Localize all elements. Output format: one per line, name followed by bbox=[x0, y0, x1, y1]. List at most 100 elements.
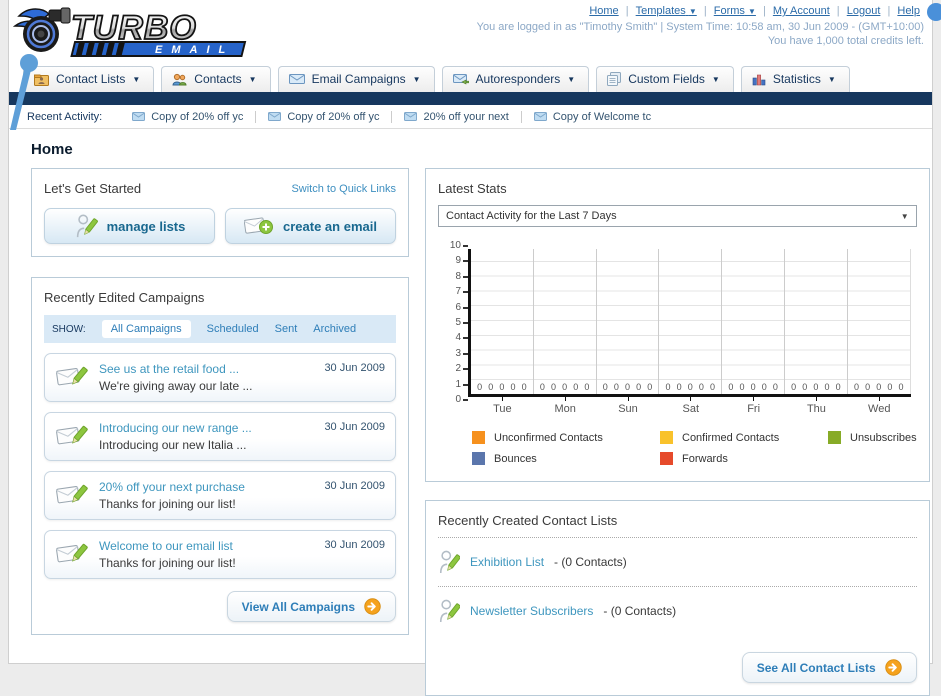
nav-link-forms[interactable]: Forms ▼ bbox=[714, 5, 756, 17]
data-value-label: 0 bbox=[824, 382, 830, 392]
data-value-label: 0 bbox=[613, 382, 619, 392]
tab-label: Custom Fields bbox=[628, 72, 705, 86]
legend-item: Forwards bbox=[660, 452, 828, 465]
x-axis-label: Mon bbox=[534, 397, 597, 415]
data-value-label: 0 bbox=[710, 382, 716, 392]
recent-activity-item[interactable]: Copy of Welcome tc bbox=[522, 111, 663, 123]
switch-quick-links-link[interactable]: Switch to Quick Links bbox=[291, 183, 396, 195]
data-value-label: 0 bbox=[602, 382, 608, 392]
nav-link-my-account[interactable]: My Account bbox=[773, 5, 830, 17]
email-campaigns-icon bbox=[288, 74, 305, 84]
campaign-date: 30 Jun 2009 bbox=[324, 480, 385, 492]
view-all-campaigns-button[interactable]: View All Campaigns bbox=[226, 591, 396, 622]
campaign-subtitle: We're giving away our late ... bbox=[99, 379, 253, 393]
stats-dropdown-value: Contact Activity for the Last 7 Days bbox=[446, 210, 617, 222]
chevron-down-icon: ▼ bbox=[688, 7, 697, 16]
stats-dropdown[interactable]: Contact Activity for the Last 7 Days ▼ bbox=[438, 205, 917, 227]
x-axis-label: Sun bbox=[597, 397, 660, 415]
chart-day-group: 00000 bbox=[471, 249, 534, 394]
data-value-label: 0 bbox=[676, 382, 682, 392]
data-value-label: 0 bbox=[728, 382, 734, 392]
legend-item: Unsubscribes bbox=[828, 431, 917, 444]
recent-activity-item[interactable]: Copy of 20% off yc bbox=[256, 110, 393, 123]
person-pencil-icon bbox=[439, 550, 460, 574]
envelope-pencil-icon bbox=[56, 543, 88, 563]
latest-stats-panel: Latest Stats Contact Activity for the La… bbox=[425, 168, 930, 482]
main-nav-tabs: Contact Lists ▼ Contacts ▼ Email Campaig… bbox=[9, 62, 932, 92]
recent-activity-text: Copy of 20% off yc bbox=[287, 110, 380, 123]
recent-activity-item[interactable]: 20% off your next bbox=[392, 110, 522, 123]
contact-list-link[interactable]: Newsletter Subscribers bbox=[470, 604, 593, 618]
balloon-pin-icon bbox=[10, 54, 38, 130]
nav-link-home[interactable]: Home bbox=[589, 5, 618, 17]
data-value-label: 0 bbox=[876, 382, 882, 392]
chevron-down-icon: ▼ bbox=[412, 74, 421, 84]
get-started-title: Let's Get Started bbox=[44, 181, 142, 196]
data-value-label: 0 bbox=[887, 382, 893, 392]
filter-all-campaigns[interactable]: All Campaigns bbox=[101, 320, 191, 338]
x-axis-label: Fri bbox=[722, 397, 785, 415]
envelope-icon bbox=[132, 112, 146, 121]
filter-sent[interactable]: Sent bbox=[275, 323, 298, 335]
recent-activity-bar: Recent Activity: Copy of 20% off yc Copy… bbox=[9, 105, 932, 129]
campaign-subtitle: Thanks for joining our list! bbox=[99, 556, 236, 570]
view-all-campaigns-label: View All Campaigns bbox=[241, 599, 355, 614]
data-value-label: 0 bbox=[835, 382, 841, 392]
campaign-title-link[interactable]: Introducing our new range ... bbox=[99, 421, 314, 435]
x-axis-label: Wed bbox=[848, 397, 911, 415]
tab-email-campaigns[interactable]: Email Campaigns ▼ bbox=[277, 66, 435, 92]
recent-activity-item[interactable]: Copy of 20% off yc bbox=[120, 110, 257, 123]
contact-list-count: - (0 Contacts) bbox=[603, 604, 677, 618]
data-value-label: 0 bbox=[761, 382, 767, 392]
legend-swatch bbox=[660, 452, 673, 465]
chart-plot: 00000000000000000000000000000000000 bbox=[468, 249, 911, 397]
contact-list-link[interactable]: Exhibition List bbox=[470, 555, 544, 569]
legend-item: Confirmed Contacts bbox=[660, 431, 828, 444]
campaign-title-link[interactable]: 20% off your next purchase bbox=[99, 480, 314, 494]
tab-autoresponders[interactable]: Autoresponders ▼ bbox=[441, 66, 590, 92]
see-all-contact-lists-button[interactable]: See All Contact Lists bbox=[741, 652, 917, 683]
chart-day-group: 00000 bbox=[597, 249, 660, 394]
campaign-title-link[interactable]: See us at the retail food ... bbox=[99, 362, 314, 376]
campaign-date: 30 Jun 2009 bbox=[324, 362, 385, 374]
legend-item: Bounces bbox=[472, 452, 660, 465]
envelope-icon bbox=[533, 112, 547, 121]
filter-archived[interactable]: Archived bbox=[313, 323, 356, 335]
contact-list-count: - (0 Contacts) bbox=[554, 555, 627, 569]
recently-edited-campaigns-panel: Recently Edited Campaigns SHOW: All Camp… bbox=[31, 277, 409, 635]
arrow-right-icon bbox=[884, 659, 902, 676]
manage-lists-button[interactable]: manage lists bbox=[44, 208, 215, 244]
left-column: Let's Get Started Switch to Quick Links bbox=[31, 168, 409, 635]
nav-link-templates[interactable]: Templates ▼ bbox=[636, 5, 697, 17]
campaign-row: Introducing our new range ... Introducin… bbox=[44, 412, 396, 461]
nav-link-help[interactable]: Help bbox=[897, 5, 920, 17]
nav-link-logout[interactable]: Logout bbox=[847, 5, 881, 17]
latest-stats-title: Latest Stats bbox=[438, 181, 507, 196]
tab-label: Autoresponders bbox=[475, 72, 561, 86]
legend-swatch bbox=[828, 431, 841, 444]
legend-swatch bbox=[472, 431, 485, 444]
tab-custom-fields[interactable]: Custom Fields ▼ bbox=[596, 66, 734, 92]
campaign-title-link[interactable]: Welcome to our email list bbox=[99, 539, 314, 553]
data-value-label: 0 bbox=[698, 382, 704, 392]
chevron-down-icon: ▼ bbox=[827, 74, 836, 84]
filter-scheduled[interactable]: Scheduled bbox=[207, 323, 259, 335]
see-all-contact-lists-label: See All Contact Lists bbox=[756, 660, 876, 675]
tab-label: Email Campaigns bbox=[311, 72, 406, 86]
data-value-label: 0 bbox=[772, 382, 778, 392]
header: TURBO EMAIL Home | Templates ▼ | Forms ▼… bbox=[9, 0, 941, 130]
envelope-icon bbox=[268, 112, 282, 121]
tab-statistics[interactable]: Statistics ▼ bbox=[740, 66, 850, 92]
tab-contacts[interactable]: Contacts ▼ bbox=[161, 66, 271, 92]
recent-activity-text: Copy of Welcome tc bbox=[552, 110, 652, 123]
login-status-text: You are logged in as "Timothy Smith" | S… bbox=[476, 21, 924, 33]
legend-swatch bbox=[660, 431, 673, 444]
recent-contact-lists-panel: Recently Created Contact Lists Exhibitio… bbox=[425, 500, 930, 696]
turbo-email-logo[interactable]: TURBO EMAIL bbox=[13, 2, 271, 60]
page: TURBO EMAIL Home | Templates ▼ | Forms ▼… bbox=[8, 0, 941, 696]
create-email-button[interactable]: create an email bbox=[225, 208, 396, 244]
person-pencil-icon bbox=[439, 599, 460, 623]
data-value-label: 0 bbox=[665, 382, 671, 392]
help-balloon-icon bbox=[927, 3, 941, 21]
data-value-label: 0 bbox=[573, 382, 579, 392]
